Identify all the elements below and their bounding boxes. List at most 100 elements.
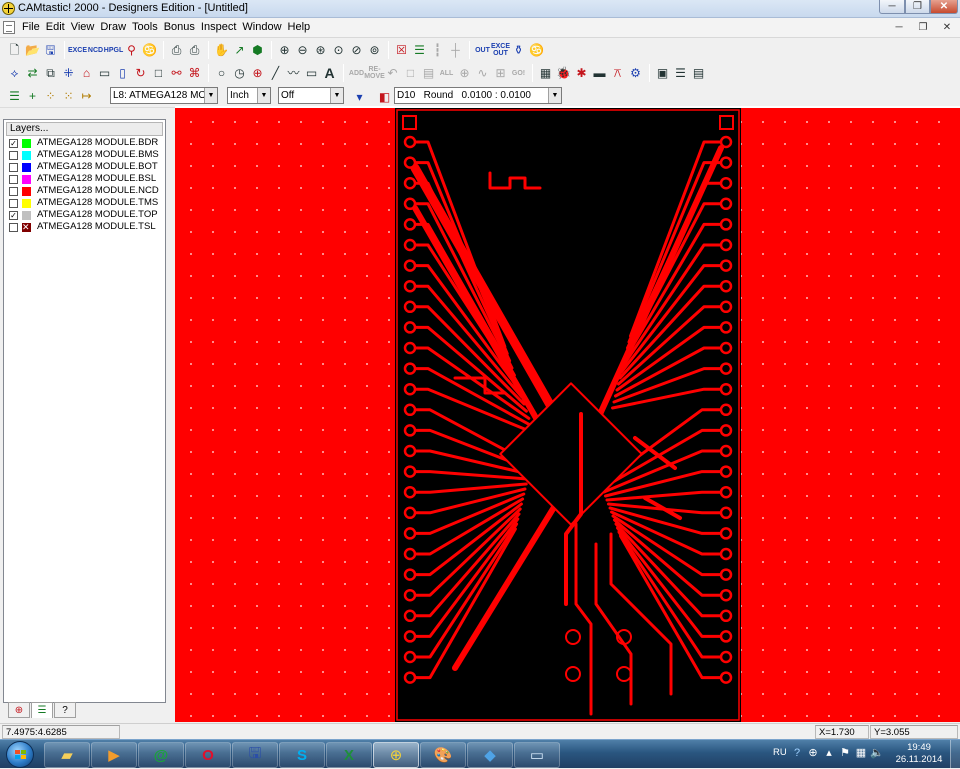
add-icon[interactable]: ADD [348, 65, 365, 82]
layer-item[interactable]: ✓ ATMEGA128 MODULE.BDR [9, 137, 159, 149]
import-dxf-icon[interactable]: ⚲ [123, 42, 140, 59]
cross-line-icon[interactable]: ┼ [447, 42, 464, 59]
import-excellon-icon[interactable]: EXCE [68, 42, 87, 59]
menu-tools[interactable]: Tools [132, 21, 158, 33]
snap-object-icon[interactable]: ⁙ [60, 88, 77, 105]
all-icon[interactable]: ALL [438, 65, 455, 82]
minimize-button[interactable]: ─ [879, 0, 905, 14]
zoom-window-icon[interactable]: ⊛ [312, 42, 329, 59]
print-preview-icon[interactable]: ⎙ [186, 42, 203, 59]
chevron-down-icon[interactable]: ▼ [204, 88, 217, 103]
chip-icon[interactable]: ▬ [591, 65, 608, 82]
arrow-tray-icon[interactable]: ⊕ [806, 746, 820, 760]
rectangle-icon[interactable]: ▯ [114, 65, 131, 82]
bug-icon[interactable]: 🐞 [555, 65, 572, 82]
snap-select[interactable]: Off ▼ [278, 87, 344, 104]
import-aperture-icon[interactable]: ♋ [141, 42, 158, 59]
export-dxf-icon[interactable]: ♋ [528, 42, 545, 59]
show-hidden-icons-icon[interactable]: ▴ [822, 746, 836, 760]
layer-color-swatch[interactable] [22, 186, 31, 196]
menu-draw[interactable]: Draw [100, 21, 126, 33]
resistor-icon[interactable]: ✱ [573, 65, 590, 82]
save-app-taskbar-button[interactable]: 🖫 [232, 742, 278, 768]
layer-color-swatch[interactable] [22, 221, 31, 233]
language-indicator[interactable]: RU [773, 747, 787, 758]
layer-checkbox[interactable]: ✓ [9, 210, 18, 220]
layer-checkbox[interactable] [9, 174, 18, 184]
snap-line-icon[interactable]: ↦ [78, 88, 95, 105]
layer-select[interactable]: L8: ATMEGA128 MODUL ▼ [110, 87, 218, 104]
menu-bonus[interactable]: Bonus [164, 21, 195, 33]
layer-item[interactable]: ATMEGA128 MODULE.BMS [9, 149, 159, 161]
new-icon[interactable]: 🗋 [6, 42, 23, 59]
square-icon[interactable]: □ [150, 65, 167, 82]
layers-tab[interactable]: ⊕ [8, 702, 30, 718]
crosshair-icon[interactable]: ⊕ [456, 65, 473, 82]
text-icon[interactable]: A [321, 65, 338, 82]
menu-help[interactable]: Help [288, 21, 311, 33]
layer-color-swatch[interactable] [22, 210, 31, 220]
print-icon[interactable]: ⎙ [168, 42, 185, 59]
flash-icon[interactable]: ⌘ [186, 65, 203, 82]
units-select[interactable]: Inch ▼ [227, 87, 271, 104]
select-nodes-icon[interactable]: ⟡ [6, 65, 23, 82]
start-button[interactable] [6, 741, 34, 768]
open-icon[interactable]: 📂 [24, 42, 41, 59]
network-app-taskbar-button[interactable]: ◆ [467, 742, 513, 768]
layer-checkbox[interactable] [9, 222, 18, 232]
import-ncd-icon[interactable]: NCD [87, 42, 104, 59]
remove-icon[interactable]: RE-MOVE [364, 65, 385, 82]
move-icon[interactable]: ⇄ [24, 65, 41, 82]
save-icon[interactable]: 🖫 [42, 42, 59, 59]
import-hpgl-icon[interactable]: HPGL [104, 42, 123, 59]
layers-header[interactable]: Layers... [6, 122, 163, 136]
rotate-icon[interactable]: ↻ [132, 65, 149, 82]
aperture-select[interactable]: D10 Round 0.0100 : 0.0100 ▼ [394, 87, 562, 104]
mdi-minimize-button[interactable]: ─ [888, 20, 910, 35]
mail-agent-taskbar-button[interactable]: @ [138, 742, 184, 768]
layer-item[interactable]: ✓ ATMEGA128 MODULE.TOP [9, 209, 159, 221]
layer-color-swatch[interactable] [22, 162, 31, 172]
chevron-down-icon[interactable]: ▼ [257, 88, 270, 103]
line-icon[interactable]: ╱ [267, 65, 284, 82]
paint-taskbar-button[interactable]: 🎨 [420, 742, 466, 768]
layer-item[interactable]: ATMEGA128 MODULE.BSL [9, 173, 159, 185]
layer-color-swatch[interactable] [22, 138, 31, 148]
fit-icon[interactable]: ⊞ [492, 65, 509, 82]
zoom-redraw-icon[interactable]: ⊚ [366, 42, 383, 59]
polyline-icon[interactable]: 〰 [285, 65, 302, 82]
arc-icon[interactable]: ◷ [231, 65, 248, 82]
add-layer-icon[interactable]: + [24, 88, 41, 105]
target-icon[interactable]: ⊕ [249, 65, 266, 82]
vertical-line-icon[interactable]: ┇ [429, 42, 446, 59]
pcb-canvas[interactable] [175, 108, 960, 722]
zoom-in-icon[interactable]: ⊕ [276, 42, 293, 59]
zoom-previous-icon[interactable]: ⊘ [348, 42, 365, 59]
shape-icon[interactable]: □ [402, 65, 419, 82]
export-ncd-icon[interactable]: ⚱ [510, 42, 527, 59]
drc-icon[interactable]: ☒ [393, 42, 410, 59]
export-excellon-icon[interactable]: EXCE OUT [491, 42, 510, 59]
layer-icon[interactable]: ▤ [420, 65, 437, 82]
layer-checkbox[interactable] [9, 198, 18, 208]
netlist-icon[interactable]: ☰ [411, 42, 428, 59]
magnet-icon[interactable]: ⚻ [609, 65, 626, 82]
aperture-color-icon[interactable]: ◧ [376, 88, 393, 105]
layer-checkbox[interactable]: ✓ [9, 138, 18, 148]
explorer-taskbar-button[interactable]: ▰ [44, 742, 90, 768]
zoom-fit-icon[interactable]: ⊙ [330, 42, 347, 59]
report-icon[interactable]: ▦ [537, 65, 554, 82]
stack-icon[interactable]: ☰ [672, 65, 689, 82]
circle-icon[interactable]: ○ [213, 65, 230, 82]
window-switch-taskbar-button[interactable]: ▭ [514, 742, 560, 768]
excel-taskbar-button[interactable]: X [326, 742, 372, 768]
stack-tab[interactable]: ☰ [31, 702, 53, 718]
printer-icon[interactable]: ▣ [654, 65, 671, 82]
polygon-icon[interactable]: ⌂ [78, 65, 95, 82]
menu-edit[interactable]: Edit [46, 21, 65, 33]
menu-file[interactable]: File [22, 21, 40, 33]
opera-taskbar-button[interactable]: O [185, 742, 231, 768]
menu-window[interactable]: Window [242, 21, 281, 33]
layer-color-swatch[interactable] [22, 198, 31, 208]
menu-view[interactable]: View [71, 21, 95, 33]
